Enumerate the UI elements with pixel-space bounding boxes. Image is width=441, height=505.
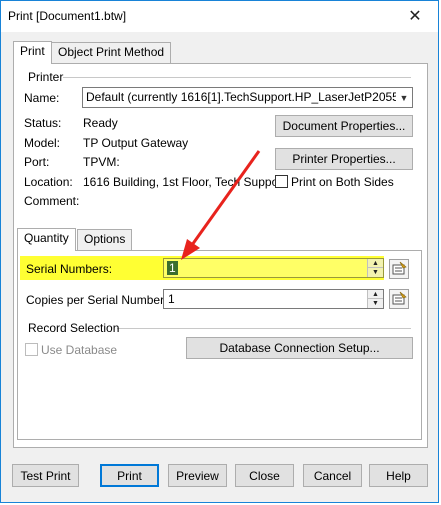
cancel-button[interactable]: Cancel: [303, 464, 362, 487]
print-button[interactable]: Print: [100, 464, 159, 487]
arrow-head: [181, 239, 200, 260]
annotation-arrow: [181, 150, 261, 260]
arrow-shaft: [190, 150, 261, 246]
close-button[interactable]: Close: [235, 464, 294, 487]
help-button[interactable]: Help: [369, 464, 428, 487]
preview-button[interactable]: Preview: [168, 464, 227, 487]
tab-quantity[interactable]: Quantity: [17, 228, 76, 251]
tab-print[interactable]: Print: [13, 41, 52, 64]
test-print-button[interactable]: Test Print: [12, 464, 79, 487]
print-dialog: Print [Document1.btw] ✕ Print Object Pri…: [0, 0, 439, 503]
